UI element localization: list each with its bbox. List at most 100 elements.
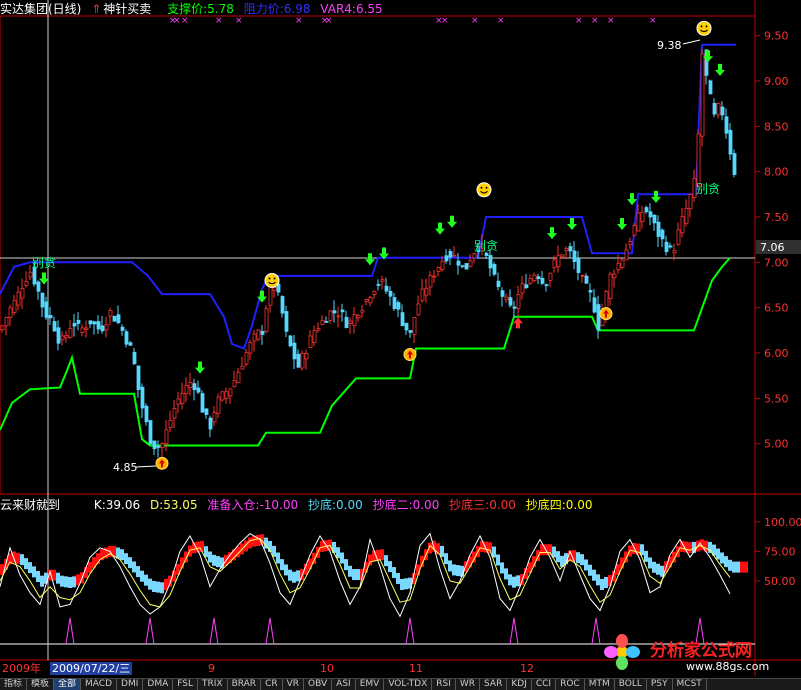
candle-up [336,315,341,318]
candle-down [196,387,201,393]
candle-down [132,351,137,365]
candle-up [640,211,645,223]
tab-boll[interactable]: BOLL [615,679,647,690]
sell-arrow-icon [195,361,205,374]
main-panel-frame [0,15,756,495]
candle-up [244,352,249,365]
tab-dma[interactable]: DMA [143,679,174,690]
candle-down [148,420,153,445]
tab-全部[interactable]: 全部 [54,679,82,690]
tab-kdj[interactable]: KDJ [507,679,532,690]
candle-up [320,319,325,325]
tab-dmi[interactable]: DMI [117,679,144,690]
candle-down [456,260,461,266]
candle-down [296,353,301,368]
candle-down [712,103,717,115]
tab-macd[interactable]: MACD [81,679,118,690]
band-down [24,558,28,570]
tab-模板[interactable]: 模板 [27,679,55,690]
signal-spike [265,617,275,645]
stock-title[interactable]: 实达集团(日线) [0,2,81,16]
band-down [504,568,508,580]
candle-up [372,291,377,295]
smiley-icon [476,182,492,198]
signal-spike [591,617,601,645]
tab-obv[interactable]: OBV [304,679,333,690]
band-up [320,540,324,552]
tab-vr[interactable]: VR [283,679,305,690]
band-down [140,570,144,582]
band-down [592,569,596,581]
candle-down [540,277,545,284]
band-down [708,541,712,553]
tab-mcst[interactable]: MCST [673,679,707,690]
smiley-icon [264,272,280,288]
band-down [356,569,360,581]
candle-down [384,285,389,292]
candle-down [88,320,93,325]
y-tick-label: 9.50 [764,30,789,43]
tab-vol-tdx[interactable]: VOL-TDX [384,679,433,690]
candle-up [412,316,417,335]
band-down [336,547,340,559]
tab-sar[interactable]: SAR [480,679,508,690]
candle-down [76,319,81,324]
top-cross-icon: × [181,16,189,26]
candle-down [584,275,589,284]
resistance-value: 阻力价:6.98 [243,2,311,16]
tab-mtm[interactable]: MTM [585,679,615,690]
candle-down [288,335,293,347]
candle-up [696,133,701,186]
tab-指标[interactable]: 指标 [0,679,28,690]
tab-fsl[interactable]: FSL [173,679,198,690]
candle-down [140,386,145,409]
tab-asi[interactable]: ASI [332,679,356,690]
band-down [276,552,280,564]
month-label-9: 9 [208,662,215,675]
candle-up [516,294,521,309]
candle-up [264,308,269,333]
candle-down [512,306,517,309]
candle-up [612,273,617,279]
band-down [216,556,220,568]
y-tick-label: 50.00 [764,575,796,588]
candle-down [324,321,329,323]
tab-wr[interactable]: WR [456,679,481,690]
tab-trix[interactable]: TRIX [198,679,228,690]
candle-up [300,352,305,369]
tab-roc[interactable]: ROC [556,679,585,690]
chart-canvas[interactable]: 5.00 5.50 6.00 6.50 7.00 7.50 8.00 8.50 9.00 9.50… [0,0,801,689]
candle-up [272,287,277,291]
main-legend: 实达集团(日线) ⇑ 神针买卖 支撑价:5.78 阻力价:6.98 VAR4:6.… [0,1,389,17]
tab-cr[interactable]: CR [261,679,283,690]
low-price-pointer [135,465,157,468]
top-cross-icon: × [173,16,181,26]
band-down [724,556,728,568]
candle-down [492,264,497,275]
tab-psy[interactable]: PSY [647,679,673,690]
tab-rsi[interactable]: RSI [432,679,456,690]
tab-brar[interactable]: BRAR [228,679,262,690]
indicator-name[interactable]: ⇑ 神针买卖 [91,2,157,16]
band-down [576,552,580,564]
candle-down [376,284,381,286]
candle-up [684,207,689,224]
indicator-tabs: 指标 模板 全部 MACD DMI DMA FSL TRIX BRAR CR VR OBV ASI EMV… [0,678,801,690]
bottom1-value: 抄底:0.00 [307,498,363,512]
sell-arrow-icon [365,253,375,266]
tab-cci[interactable]: CCI [532,679,557,690]
candle-up [716,102,721,116]
y-tick-label: 75.00 [764,545,796,558]
candle-down [96,321,101,330]
sub-indicator-title[interactable]: 云来财就到 [0,498,60,512]
candle-down [400,312,405,327]
band-up [372,550,376,562]
band-down [160,582,164,594]
tab-emv[interactable]: EMV [356,679,385,690]
candle-down [464,263,469,270]
low-price-label: 4.85 [113,461,138,474]
candle-down [156,445,161,448]
candle-down [596,304,601,331]
band-down [508,574,512,586]
month-label-11: 11 [409,662,423,675]
